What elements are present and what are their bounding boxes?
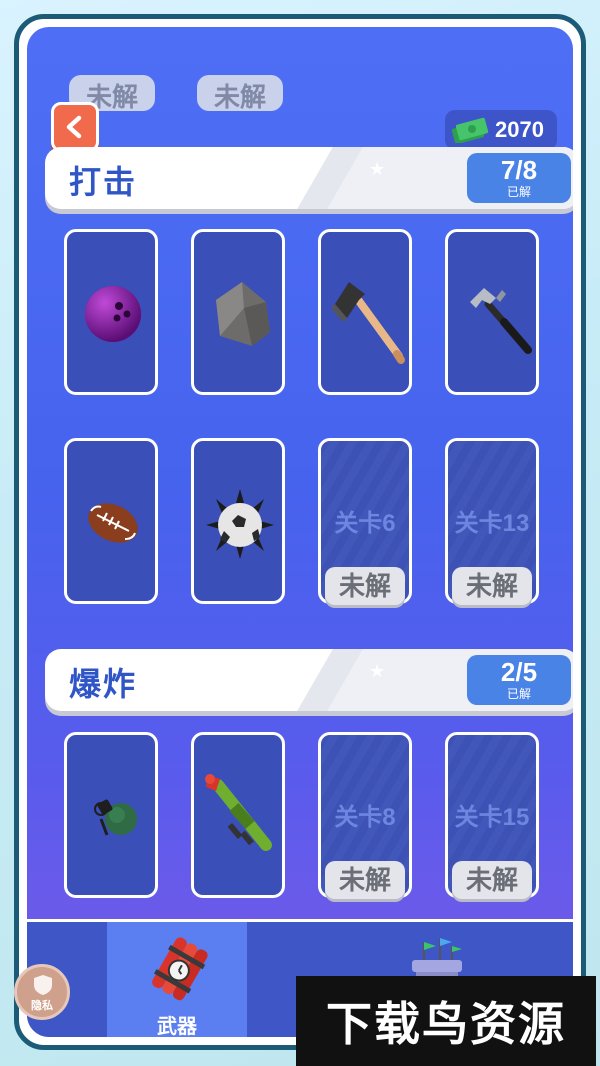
- money-amount: 2070: [495, 117, 544, 142]
- privacy-button[interactable]: 隐私: [14, 964, 70, 1020]
- weapon-card-rocket-launcher[interactable]: [191, 732, 285, 898]
- watermark-logo: 下载鸟资源: [296, 976, 596, 1066]
- weapon-card-football[interactable]: [64, 438, 158, 604]
- unlock-count-label: 已解: [506, 687, 531, 701]
- locked-status-button[interactable]: 未解: [325, 567, 405, 605]
- weapon-card-locked[interactable]: 关卡15 未解: [445, 732, 539, 899]
- unlock-count: 7/8: [500, 155, 538, 185]
- tab-weapons[interactable]: 武器: [107, 922, 247, 1037]
- unlock-level-label: 关卡6: [334, 510, 396, 537]
- star-icon: ★: [311, 149, 328, 169]
- unlock-count-badge: 2/5 已解: [467, 655, 571, 705]
- unlock-count: 2/5: [500, 657, 538, 687]
- shield-icon: [34, 975, 52, 995]
- star-icon: ★: [369, 159, 386, 179]
- star-icon: ★: [311, 651, 328, 671]
- locked-status-button[interactable]: 未解: [452, 861, 532, 899]
- hammer-icon: [470, 288, 532, 354]
- privacy-label: 隐私: [31, 1000, 53, 1012]
- weapon-card-bowling-ball[interactable]: [64, 229, 158, 395]
- weapon-card-locked[interactable]: 关卡13 未解: [445, 438, 539, 605]
- rock-icon: [216, 282, 270, 346]
- grenade-icon: [94, 799, 137, 836]
- football-icon: [88, 503, 138, 543]
- locked-status-button[interactable]: 未解: [452, 567, 532, 605]
- weapon-card-hammer[interactable]: [445, 229, 539, 395]
- weapon-card-locked[interactable]: 关卡6 未解: [318, 438, 412, 605]
- axe-icon: [331, 282, 405, 364]
- star-icon: ★: [369, 661, 386, 681]
- weapon-card-grenade[interactable]: [64, 732, 158, 898]
- game-screen: 未解 未解 2070 ★ ★ 打击 7/8 已解 关卡6 未解 关卡13 未解 …: [27, 27, 573, 1037]
- locked-status-button[interactable]: 未解: [325, 861, 405, 899]
- chevron-left-icon: [66, 115, 82, 139]
- unlock-count-badge: 7/8 已解: [467, 153, 571, 203]
- dynamite-icon: [152, 937, 208, 1001]
- section-header-explosive: ★ ★ 爆炸 2/5 已解: [45, 649, 573, 711]
- section-title: 爆炸: [69, 666, 138, 702]
- unlock-count-label: 已解: [506, 185, 531, 199]
- unlock-level-label: 关卡15: [454, 804, 530, 831]
- section-header-strike: ★ ★ 打击 7/8 已解: [45, 147, 573, 209]
- spiked-ball-icon: [206, 489, 274, 559]
- weapon-card-axe[interactable]: [318, 229, 412, 395]
- weapon-card-locked[interactable]: 关卡8 未解: [318, 732, 412, 899]
- phone-frame: 未解 未解 2070 ★ ★ 打击 7/8 已解 关卡6 未解 关卡13 未解 …: [14, 14, 586, 1050]
- cash-icon: [451, 117, 489, 143]
- tab-weapons-label: 武器: [157, 1016, 197, 1037]
- section-title: 打击: [69, 164, 138, 200]
- weapon-card-spiked-ball[interactable]: [191, 438, 285, 604]
- money-counter: 2070: [445, 110, 557, 150]
- back-button[interactable]: [51, 102, 99, 152]
- ghost-locked-tag: 未解: [197, 75, 283, 111]
- unlock-level-label: 关卡13: [454, 510, 530, 537]
- rocket-launcher-icon: [205, 774, 272, 851]
- bowling-ball-icon: [85, 286, 141, 342]
- watermark-text: 下载鸟资源: [326, 997, 566, 1051]
- unlock-level-label: 关卡8: [334, 804, 396, 831]
- weapon-card-rock[interactable]: [191, 229, 285, 395]
